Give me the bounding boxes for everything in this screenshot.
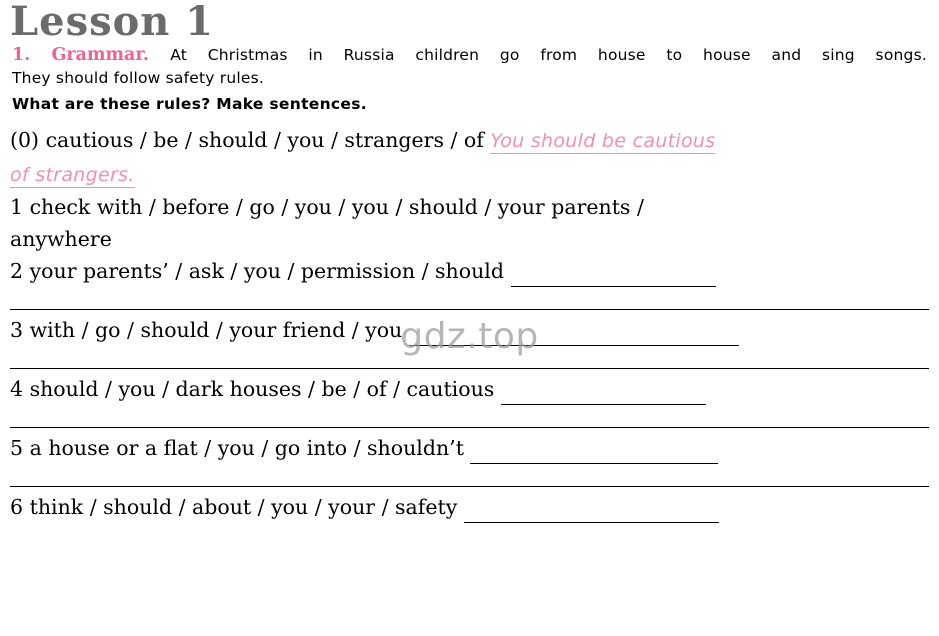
answer-blank-4b[interactable] (10, 405, 929, 428)
task-label: Grammar. (51, 45, 150, 65)
answer-blank-3b[interactable] (10, 346, 929, 369)
answer-blank-3a[interactable] (408, 325, 739, 346)
exercise-item-0: (0) cautious / be / should / you / stran… (10, 124, 929, 158)
exercise-prompt-6: think / should / about / you / your / sa… (29, 495, 458, 519)
exercise-item-1: 1 check with / before / go / you / you /… (10, 191, 929, 223)
exercise-answer-0-line2[interactable]: of strangers. (10, 164, 135, 188)
exercise-item-1-cont: anywhere (10, 223, 929, 255)
exercise-number-1: 1 (10, 195, 24, 219)
answer-blank-6a[interactable] (463, 502, 719, 523)
answer-blank-2a[interactable] (510, 266, 716, 287)
exercise-list: (0) cautious / be / should / you / stran… (0, 124, 939, 523)
task-intro-text-2: They should follow safety rules. (12, 69, 265, 87)
answer-blank-5b[interactable] (10, 464, 929, 487)
task-intro: 1. Grammar. At Christmas in Russia child… (0, 44, 939, 116)
exercise-prompt-1-cont: anywhere (10, 227, 112, 251)
exercise-number-5: 5 (10, 436, 24, 460)
task-intro-text-1: At Christmas in Russia children go from … (170, 46, 927, 64)
exercise-item-6: 6 think / should / about / you / your / … (10, 491, 929, 523)
worksheet-page: Lesson 1 1. Grammar. At Christmas in Rus… (0, 0, 939, 636)
page-title: Lesson 1 (10, 0, 215, 45)
exercise-number-2: 2 (10, 259, 24, 283)
exercise-item-0-cont: of strangers. (10, 158, 929, 191)
task-instruction: What are these rules? Make sentences. (12, 95, 367, 113)
exercise-prompt-4: should / you / dark houses / be / of / c… (29, 377, 495, 401)
exercise-prompt-3: with / go / should / your friend / you (29, 318, 403, 342)
exercise-answer-0-line1[interactable]: You should be cautious (490, 130, 716, 154)
answer-blank-2b[interactable] (10, 287, 929, 310)
exercise-prompt-2: your parents’ / ask / you / permission /… (29, 259, 504, 283)
exercise-item-5: 5 a house or a flat / you / go into / sh… (10, 432, 929, 464)
exercise-prompt-5: a house or a flat / you / go into / shou… (29, 436, 464, 460)
exercise-item-4: 4 should / you / dark houses / be / of /… (10, 373, 929, 405)
exercise-number-0: (0) (10, 128, 40, 152)
answer-blank-5a[interactable] (470, 443, 719, 464)
task-number: 1. (12, 45, 31, 65)
exercise-prompt-0: cautious / be / should / you / strangers… (45, 128, 484, 152)
exercise-number-6: 6 (10, 495, 24, 519)
exercise-item-2: 2 your parents’ / ask / you / permission… (10, 255, 929, 287)
exercise-number-3: 3 (10, 318, 24, 342)
exercise-number-4: 4 (10, 377, 24, 401)
answer-blank-4a[interactable] (500, 384, 706, 405)
exercise-item-3: 3 with / go / should / your friend / you (10, 314, 929, 346)
exercise-prompt-1: check with / before / go / you / you / s… (29, 195, 644, 219)
task-intro-line1: 1. Grammar. At Christmas in Russia child… (12, 44, 927, 67)
